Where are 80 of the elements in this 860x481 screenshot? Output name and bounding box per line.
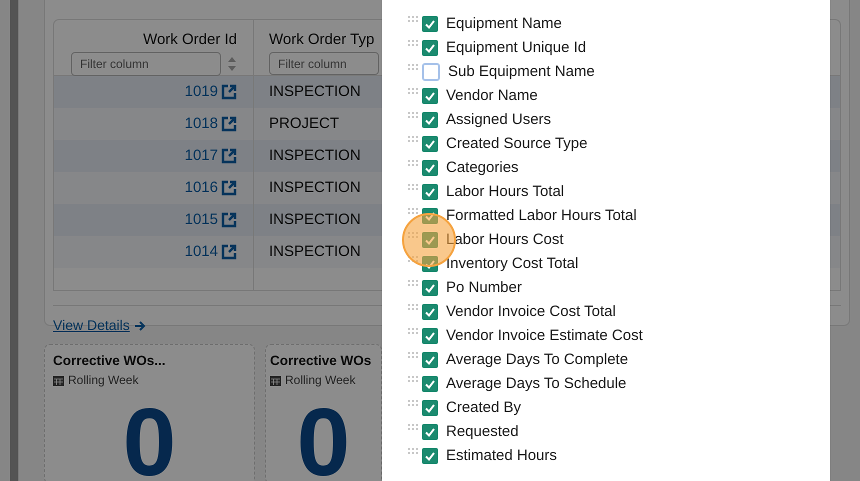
checkbox[interactable] [422, 112, 438, 128]
column-option-label[interactable]: Formatted Labor Hours Total [446, 204, 637, 228]
drag-handle-icon[interactable] [408, 376, 420, 384]
drag-handle-icon[interactable] [408, 40, 420, 48]
calendar-icon [270, 374, 281, 386]
drag-handle-icon[interactable] [408, 400, 420, 408]
column-option-label[interactable]: Average Days To Complete [446, 348, 628, 372]
table-cell-text: INSPECTION [268, 178, 362, 198]
column-option-label[interactable]: Created Source Type [446, 132, 588, 156]
checkbox[interactable] [422, 136, 438, 152]
external-link-icon[interactable] [221, 244, 237, 260]
drag-handle-icon[interactable] [408, 64, 420, 72]
checkbox[interactable] [422, 184, 438, 200]
column-option-label[interactable]: Average Days To Schedule [446, 372, 626, 396]
checkbox[interactable] [422, 88, 438, 104]
column-option-label[interactable]: Vendor Invoice Cost Total [446, 300, 616, 324]
table-cell-text: INSPECTION [268, 242, 362, 262]
column-header[interactable]: Work Order Typ [269, 30, 374, 50]
column-header[interactable]: Work Order Id [143, 30, 237, 50]
checkbox[interactable] [422, 40, 438, 56]
table-cell-text: PROJECT [268, 114, 340, 134]
drag-handle-icon[interactable] [408, 328, 420, 336]
drag-handle-icon[interactable] [408, 232, 420, 240]
checkbox[interactable] [422, 16, 438, 32]
external-link-icon[interactable] [221, 180, 237, 196]
card-title: Corrective WOs... [53, 352, 167, 370]
column-option-label[interactable]: Po Number [446, 276, 522, 300]
checkbox[interactable] [422, 256, 438, 272]
card-period: Rolling Week [68, 372, 138, 389]
drag-handle-icon[interactable] [408, 160, 420, 168]
card-period: Rolling Week [285, 372, 356, 389]
column-option-label[interactable]: Categories [446, 156, 519, 180]
drag-handle-icon[interactable] [408, 16, 420, 24]
drag-handle-icon[interactable] [408, 424, 420, 432]
table-cell-text: INSPECTION [268, 146, 362, 166]
arrow-right-icon [134, 320, 146, 332]
card-value: 0 [296, 395, 352, 481]
drag-handle-icon[interactable] [408, 256, 420, 264]
drag-handle-icon[interactable] [408, 280, 420, 288]
card-title: Corrective WOs [270, 352, 372, 370]
checkbox[interactable] [422, 328, 438, 344]
column-option-label[interactable]: Vendor Name [446, 84, 538, 108]
drag-handle-icon[interactable] [408, 352, 420, 360]
external-link-icon[interactable] [221, 116, 237, 132]
checkbox[interactable] [422, 400, 438, 416]
calendar-icon [53, 374, 64, 386]
checkbox[interactable] [422, 448, 438, 464]
drag-handle-icon[interactable] [408, 208, 420, 216]
column-option-label[interactable]: Labor Hours Total [446, 180, 564, 204]
sort-icon[interactable] [227, 56, 237, 72]
external-link-icon[interactable] [221, 148, 237, 164]
drag-handle-icon[interactable] [408, 136, 420, 144]
checkbox[interactable] [422, 424, 438, 440]
checkbox[interactable] [422, 63, 440, 81]
checkbox[interactable] [422, 208, 438, 224]
column-option-label[interactable]: Inventory Cost Total [446, 252, 578, 276]
checkbox[interactable] [422, 232, 438, 248]
drag-handle-icon[interactable] [408, 184, 420, 192]
drag-handle-icon[interactable] [408, 88, 420, 96]
checkbox[interactable] [422, 352, 438, 368]
checkbox[interactable] [422, 280, 438, 296]
column-option-label[interactable]: Vendor Invoice Estimate Cost [446, 324, 643, 348]
column-option-label[interactable]: Created By [446, 396, 522, 420]
checkbox[interactable] [422, 304, 438, 320]
column-option-label[interactable]: Assigned Users [446, 108, 552, 132]
checkbox[interactable] [422, 160, 438, 176]
drag-handle-icon[interactable] [408, 448, 420, 456]
external-link-icon[interactable] [221, 212, 237, 228]
column-option-label[interactable]: Estimated Hours [446, 444, 557, 468]
table-cell-text: INSPECTION [268, 82, 362, 102]
column-option-label[interactable]: Sub Equipment Name [448, 60, 595, 84]
checkbox[interactable] [422, 376, 438, 392]
drag-handle-icon[interactable] [408, 112, 420, 120]
column-option-label[interactable]: Equipment Name [446, 12, 562, 36]
column-option-label[interactable]: Requested [446, 420, 519, 444]
column-option-label[interactable]: Equipment Unique Id [446, 36, 586, 60]
table-cell-text: INSPECTION [268, 210, 362, 230]
drag-handle-icon[interactable] [408, 304, 420, 312]
external-link-icon[interactable] [221, 84, 237, 100]
card-value: 0 [122, 395, 178, 481]
